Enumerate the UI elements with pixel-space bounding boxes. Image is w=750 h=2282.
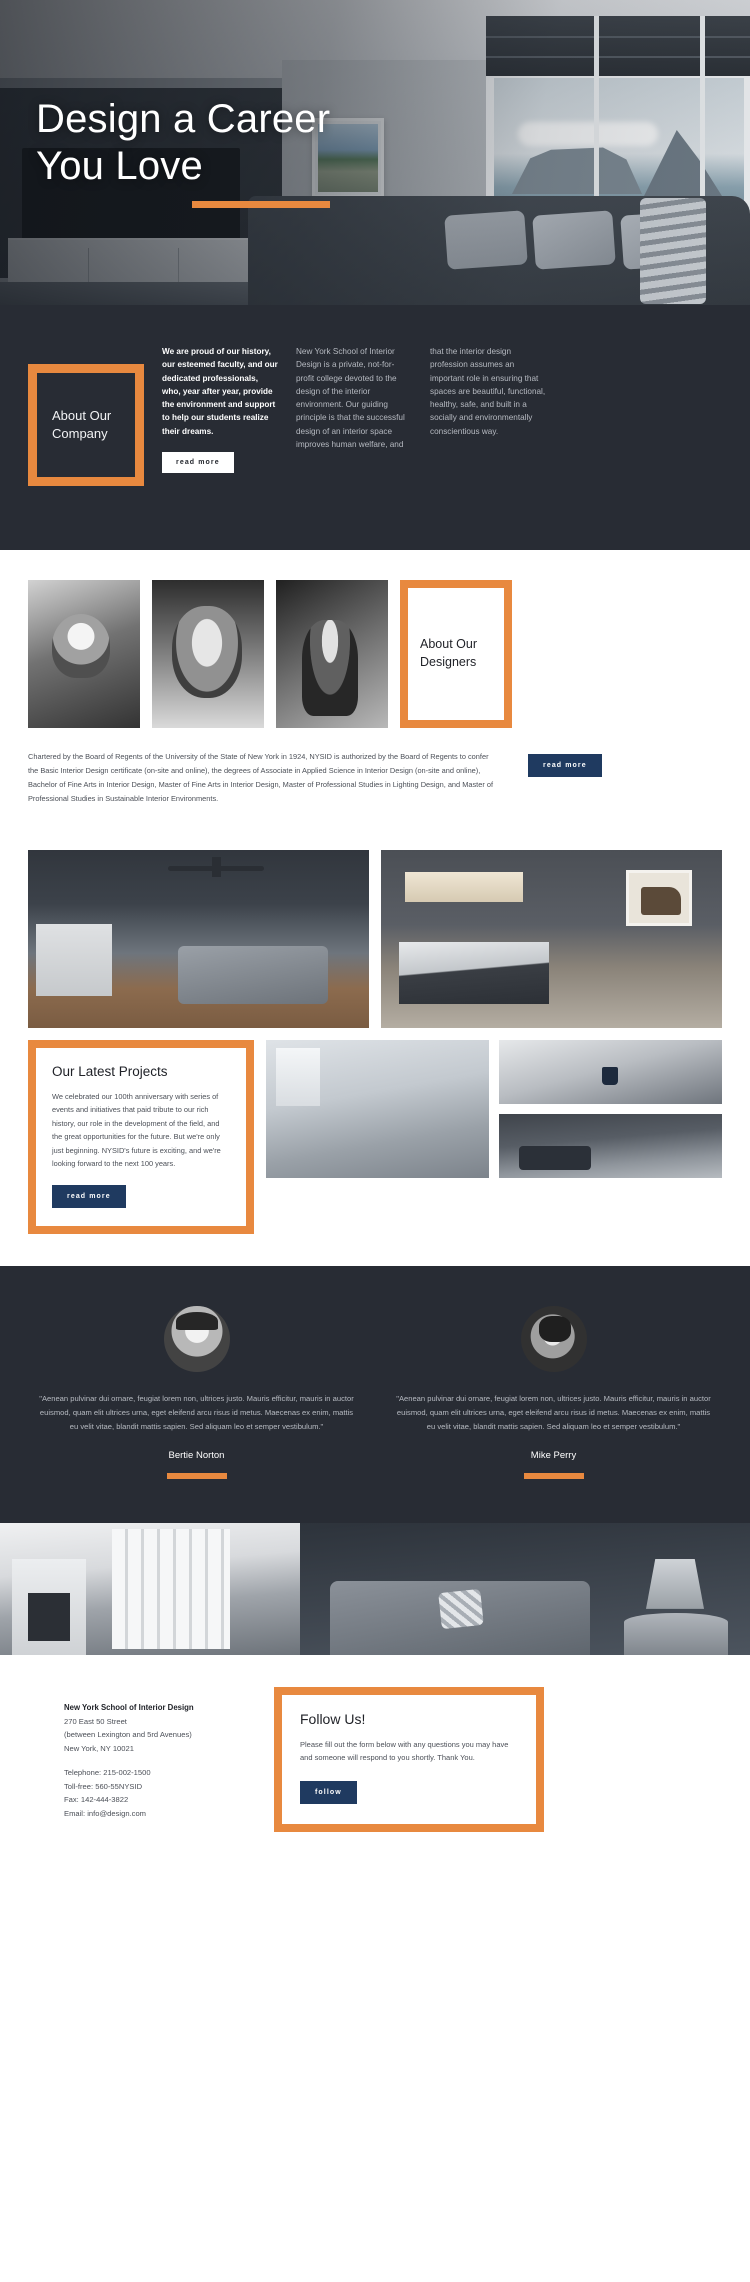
hero-accent-bar — [192, 201, 330, 208]
follow-us-card: Follow Us! Please fill out the form belo… — [274, 1686, 544, 1832]
projects-bottom-row: Our Latest Projects We celebrated our 10… — [28, 1039, 722, 1234]
about-paragraph-two: New York School of Interior Design is a … — [296, 347, 405, 449]
designers-button-wrap: read more — [528, 750, 640, 806]
project-thumb-lounge[interactable] — [499, 1113, 722, 1178]
ceiling-fan-icon — [168, 856, 264, 877]
framed-horse-art — [626, 869, 692, 926]
chartered-paragraph: Chartered by the Board of Regents of the… — [28, 752, 494, 803]
banner-window — [112, 1528, 230, 1649]
footer-address-line-2: (between Lexington and 5rd Avenues) — [64, 1730, 192, 1740]
projects-thumbnail-grid — [266, 1039, 722, 1234]
testimonial-author: Mike Perry — [530, 1449, 577, 1461]
follow-us-title: Follow Us! — [300, 1710, 366, 1727]
footer-fax: Fax: 142-444-3822 — [64, 1795, 129, 1805]
footer-row: New York School of Interior Design 270 E… — [28, 1686, 722, 1832]
project-image-bedroom[interactable] — [381, 849, 722, 1028]
footer-contact-block: New York School of Interior Design 270 E… — [28, 1687, 254, 1832]
avatar — [520, 1305, 587, 1372]
project-image-living-room[interactable] — [28, 849, 369, 1028]
testimonials-section: "Aenean pulvinar dui ornare, feugiat lor… — [0, 1265, 750, 1523]
footer-section: New York School of Interior Design 270 E… — [0, 1654, 750, 1872]
banner-pillow — [438, 1588, 484, 1629]
about-column-two: New York School of Interior Design is a … — [296, 345, 412, 486]
about-read-more-button[interactable]: read more — [162, 451, 234, 473]
about-column-three: that the interior design profession assu… — [430, 345, 546, 486]
testimonial-item: "Aenean pulvinar dui ornare, feugiat lor… — [385, 1305, 722, 1479]
designers-heading-text: About Our Designers — [420, 637, 477, 669]
hero-section: Design a Career You Love — [0, 0, 750, 305]
about-columns: About Our Company We are proud of our hi… — [0, 345, 750, 486]
banner-lamp — [646, 1558, 704, 1609]
footer-tollfree: Toll-free: 560-55NYSID — [64, 1781, 143, 1791]
designer-photo-3[interactable] — [276, 580, 388, 728]
avatar — [163, 1305, 230, 1372]
footer-telephone: Telephone: 215-002-1500 — [64, 1768, 151, 1778]
projects-paragraph: We celebrated our 100th anniversary with… — [52, 1091, 221, 1169]
footer-address-line-1: 270 East 50 Street — [64, 1716, 127, 1726]
about-designers-section: About Our Designers Chartered by the Boa… — [0, 550, 750, 832]
designers-gallery-row: About Our Designers — [28, 580, 722, 728]
projects-title: Our Latest Projects — [52, 1063, 168, 1079]
testimonials-row: "Aenean pulvinar dui ornare, feugiat lor… — [28, 1305, 722, 1479]
footer-address-line-3: New York, NY 10021 — [64, 1743, 134, 1753]
project-thumb-bed-mug[interactable] — [499, 1039, 722, 1104]
interior-banner-image — [0, 1522, 750, 1655]
designers-read-more-button[interactable]: read more — [528, 754, 602, 777]
projects-text-card: Our Latest Projects We celebrated our 10… — [28, 1039, 254, 1234]
chartered-row: Chartered by the Board of Regents of the… — [28, 750, 722, 832]
projects-top-images — [28, 849, 722, 1028]
designers-heading-frame-inner: About Our Designers — [408, 636, 504, 672]
testimonial-accent-bar — [523, 1472, 584, 1479]
footer-org-name: New York School of Interior Design — [64, 1702, 194, 1712]
latest-projects-section: Our Latest Projects We celebrated our 10… — [0, 831, 750, 1266]
about-column-lead: We are proud of our history, our esteeme… — [162, 345, 278, 486]
about-heading-frame-inner: About Our Company — [39, 375, 133, 475]
hero-title-line-2: You Love — [36, 144, 203, 189]
projects-read-more-button[interactable]: read more — [52, 1184, 126, 1208]
designer-photo-2[interactable] — [152, 580, 264, 728]
follow-us-text: Please fill out the form below with any … — [300, 1739, 509, 1763]
testimonial-quote: "Aenean pulvinar dui ornare, feugiat lor… — [396, 1393, 711, 1431]
follow-button[interactable]: follow — [300, 1780, 357, 1804]
about-paragraph-three: that the interior design profession assu… — [430, 347, 546, 436]
testimonial-item: "Aenean pulvinar dui ornare, feugiat lor… — [28, 1305, 365, 1479]
testimonial-quote: "Aenean pulvinar dui ornare, feugiat lor… — [39, 1393, 354, 1431]
designer-photo-1[interactable] — [28, 580, 140, 728]
designers-heading-frame: About Our Designers — [400, 580, 512, 728]
project-thumb-stairwell[interactable] — [266, 1039, 489, 1178]
footer-spacer — [64, 1755, 254, 1766]
about-lead-paragraph: We are proud of our history, our esteeme… — [162, 347, 278, 436]
about-heading-frame: About Our Company — [28, 364, 144, 486]
banner-side-table — [624, 1612, 728, 1655]
about-company-section: About Our Company We are proud of our hi… — [0, 305, 750, 550]
about-heading-text: About Our Company — [52, 407, 112, 441]
testimonial-author: Bertie Norton — [168, 1449, 225, 1461]
hero-title-line-1: Design a Career — [36, 97, 331, 141]
testimonial-accent-bar — [166, 1472, 227, 1479]
footer-email[interactable]: Email: info@design.com — [64, 1807, 254, 1821]
page-title: Design a Career You Love — [36, 96, 330, 190]
banner-fireplace — [12, 1558, 86, 1655]
